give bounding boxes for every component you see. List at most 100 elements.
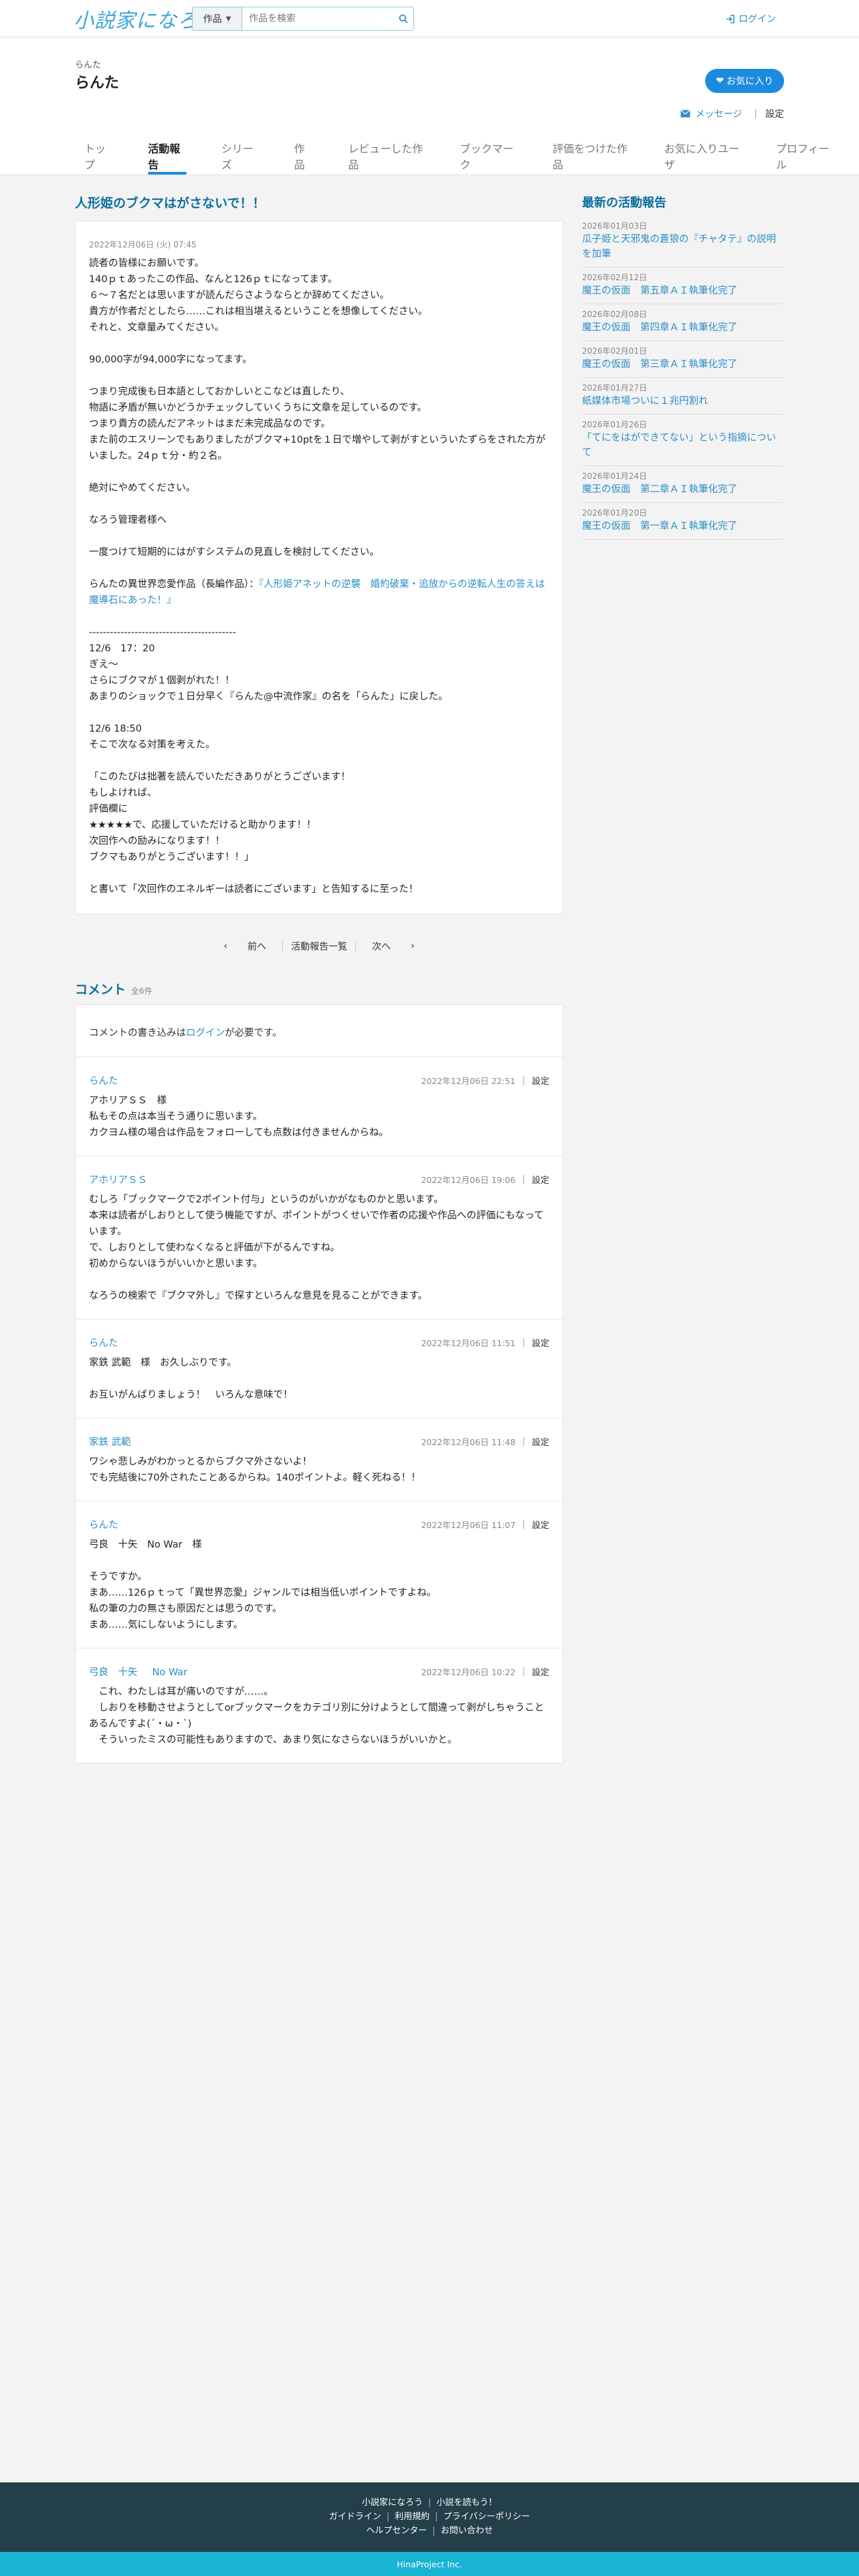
recent-report-date: 2026年01月03日 (582, 221, 648, 231)
recent-report-link[interactable]: 魔王の仮面 第二章ＡＩ執筆化完了 (582, 484, 737, 495)
comment-settings-link[interactable]: 設定 (532, 1336, 549, 1349)
work-link[interactable]: 『人形姫アネットの逆襲 婚約破棄・追放からの逆転人生の答えは魔導石にあった！』 (89, 579, 545, 606)
report-list-link[interactable]: 活動報告一覧 (283, 940, 355, 953)
comment-author[interactable]: アホリアＳＳ (89, 1172, 147, 1186)
tab-favorite-users[interactable]: お気に入りユーザ (655, 137, 751, 175)
comment-title: コメント (75, 982, 126, 997)
footer-link[interactable]: プライバシーポリシー (444, 2512, 531, 2522)
comment-settings-link[interactable]: 設定 (532, 1074, 549, 1087)
comment-text-line: なろうの検索で『ブクマ外し』で探すといろんな意見を見ることができます。 (89, 1291, 428, 1301)
tab-reviewed-works[interactable]: レビューした作品 (339, 137, 434, 175)
tab-activity-report[interactable]: 活動報告 (138, 137, 196, 175)
comment-author-name: らんた (89, 1338, 118, 1349)
comment-settings-link[interactable]: 設定 (532, 1173, 549, 1186)
footer-separator: | (432, 2526, 436, 2536)
recent-report-date: 2026年01月27日 (582, 383, 648, 393)
favorite-button[interactable]: ❤ お気に入り (705, 69, 784, 93)
tab-profile[interactable]: プロフィール (767, 137, 843, 175)
search-bar: 作品 ▼ (192, 7, 414, 31)
message-link[interactable]: メッセージ (680, 107, 755, 120)
next-link[interactable]: 次へ › (356, 940, 431, 953)
tab-works[interactable]: 作品 (285, 137, 323, 175)
comment-author-name: アホリアＳＳ (89, 1175, 147, 1186)
footer-link[interactable]: ガイドライン (329, 2512, 381, 2522)
recent-report-link[interactable]: 瓜子姫と天邪鬼の蒼狼の『チャタテ』の説明を加筆 (582, 234, 776, 259)
recent-report-link[interactable]: 魔王の仮面 第三章ＡＩ執筆化完了 (582, 359, 737, 370)
footer-row-2: ガイドライン | 利用規約 | プライバシーポリシー (0, 2510, 859, 2524)
report-line: ★★★★★で、応援していただけると助かります！！ (89, 820, 316, 831)
comment-separator: | (522, 1519, 525, 1529)
recent-report-link[interactable]: 紙媒体市場ついに１兆円割れ (582, 396, 708, 407)
recent-report-link[interactable]: 「てにをはができてない」という指摘について (582, 433, 776, 458)
comment-text-line: ワシゃ悲しみがわかっとるからブクマ外さないよ！ (89, 1457, 312, 1467)
tab-rated-works[interactable]: 評価をつけた作品 (543, 137, 639, 175)
prev-link[interactable]: ‹ 前へ (207, 940, 282, 953)
comment-settings-link[interactable]: 設定 (532, 1435, 549, 1448)
comment-author[interactable]: らんた (89, 1073, 118, 1087)
comment-login-link[interactable]: ログイン (186, 1028, 225, 1039)
report-content: 読者の皆様にお願いです。 140ｐｔあったこの作品、なんと126ｐｔになってます。… (89, 255, 549, 897)
report-line: また前のエスリーンでもありましたがブクマ+10ptを１日で増やして剥がすというい… (89, 435, 546, 461)
comment-login-notice: コメントの書き込みはログインが必要です。 (76, 1005, 563, 1057)
comment-header: 家鉄 武範 2022年12月06日 11:48 | 設定 (89, 1434, 549, 1448)
profile-settings-link[interactable]: 設定 (765, 107, 784, 120)
notice-prefix: コメントの書き込みは (89, 1028, 186, 1039)
report-line: ブクマもありがとうございます！！」 (89, 852, 254, 863)
tab-top[interactable]: トップ (75, 137, 122, 175)
comment-author-extra: No War (152, 1667, 188, 1678)
report-date: 2022年12月06日 (火) 07:45 (89, 240, 197, 249)
comment-author-name: 家鉄 武範 (89, 1437, 131, 1448)
recent-report-item: 2026年01月03日瓜子姫と天邪鬼の蒼狼の『チャタテ』の説明を加筆 (582, 216, 783, 267)
footer-link[interactable]: 小説を読もう！ (436, 2498, 497, 2508)
profile-header: らんた らんた ❤ お気に入り メッセージ | 設定 トップ 活動報告 シリーズ… (0, 37, 859, 175)
comment-text-line: で、しおりとして使わなくなると評価が下がるんですね。 (89, 1243, 341, 1253)
comment-text-line: そうですか。 (89, 1572, 147, 1582)
profile-kana: らんた (75, 60, 102, 70)
search-button[interactable] (393, 7, 413, 30)
main-column: 人形姫のブクマはがさないで！！ 2022年12月06日 (火) 07:45 読者… (75, 176, 563, 1763)
heart-icon: ❤ (716, 76, 724, 86)
comment-author[interactable]: らんた (89, 1335, 118, 1350)
recent-report-link[interactable]: 魔王の仮面 第五章ＡＩ執筆化完了 (582, 286, 737, 296)
envelope-icon (680, 110, 690, 118)
footer-link[interactable]: ヘルプセンター (366, 2526, 427, 2536)
report-line: つまり貴方の読んだアネットはまだ未完成品なのです。 (89, 419, 331, 429)
footer-link[interactable]: お問い合わせ (441, 2526, 493, 2536)
comment-text-line: 私もその点は本当そう通りに思います。 (89, 1111, 263, 1122)
comment-item: 家鉄 武範 2022年12月06日 11:48 | 設定ワシゃ悲しみがわかっとるからブ… (76, 1418, 563, 1501)
comment-text-line: しおりを移動させようとしてorブックマークをカテゴリ別に分けようとして間違って剥… (89, 1703, 545, 1729)
tab-bookmarks[interactable]: ブックマーク (451, 137, 527, 175)
footer-link[interactable]: 小説家になろう (362, 2498, 423, 2508)
comment-text-line: カクヨム様の場合は作品をフォローしても点数は付きませんからね。 (89, 1128, 389, 1138)
comment-item: 弓良 十矢 No War 2022年12月06日 10:22 | 設定 これ、わたしは耳… (76, 1648, 563, 1763)
report-pager: ‹ 前へ 活動報告一覧 次へ › (75, 940, 563, 953)
comment-settings-link[interactable]: 設定 (532, 1518, 549, 1531)
report-line (89, 368, 549, 384)
login-link[interactable]: ログイン (726, 12, 776, 25)
search-category-select[interactable]: 作品 ▼ (193, 7, 242, 30)
search-input[interactable] (242, 7, 393, 30)
sidebar-title: 最新の活動報告 (582, 196, 666, 210)
tab-label: 活動報告 (148, 142, 181, 171)
comment-separator: | (522, 1174, 525, 1184)
comment-settings-link[interactable]: 設定 (532, 1665, 549, 1678)
comment-author[interactable]: 弓良 十矢 No War (89, 1665, 187, 1679)
comment-heading: コメント 全6件 (75, 980, 563, 998)
footer-link[interactable]: 利用規約 (395, 2512, 430, 2522)
report-line: 「このたびは拙著を読んでいただきありがとうございます！ (89, 772, 351, 782)
comment-author[interactable]: 家鉄 武範 (89, 1434, 131, 1448)
comment-item: アホリアＳＳ 2022年12月06日 19:06 | 設定 むしろ「ブックマークで2ポイ… (76, 1156, 563, 1319)
recent-report-item: 2026年01月24日魔王の仮面 第二章ＡＩ執筆化完了 (582, 466, 783, 503)
comment-text-line (89, 1553, 549, 1569)
recent-report-link[interactable]: 魔王の仮面 第四章ＡＩ執筆化完了 (582, 322, 737, 333)
report-line: もしよければ、 (89, 788, 157, 798)
recent-report-link[interactable]: 魔王の仮面 第一章ＡＩ執筆化完了 (582, 521, 737, 532)
recent-report-item: 2026年01月26日 「てにをはができてない」という指摘について (582, 415, 783, 466)
tab-label: 評価をつけた作品 (552, 142, 628, 171)
tab-label: レビューした作品 (348, 142, 423, 171)
tab-series[interactable]: シリーズ (212, 137, 269, 175)
comment-author[interactable]: らんた (89, 1517, 118, 1531)
recent-report-date: 2026年01月20日 (582, 508, 648, 518)
footer-separator: | (386, 2512, 390, 2522)
recent-report-date: 2026年01月24日 (582, 471, 648, 481)
